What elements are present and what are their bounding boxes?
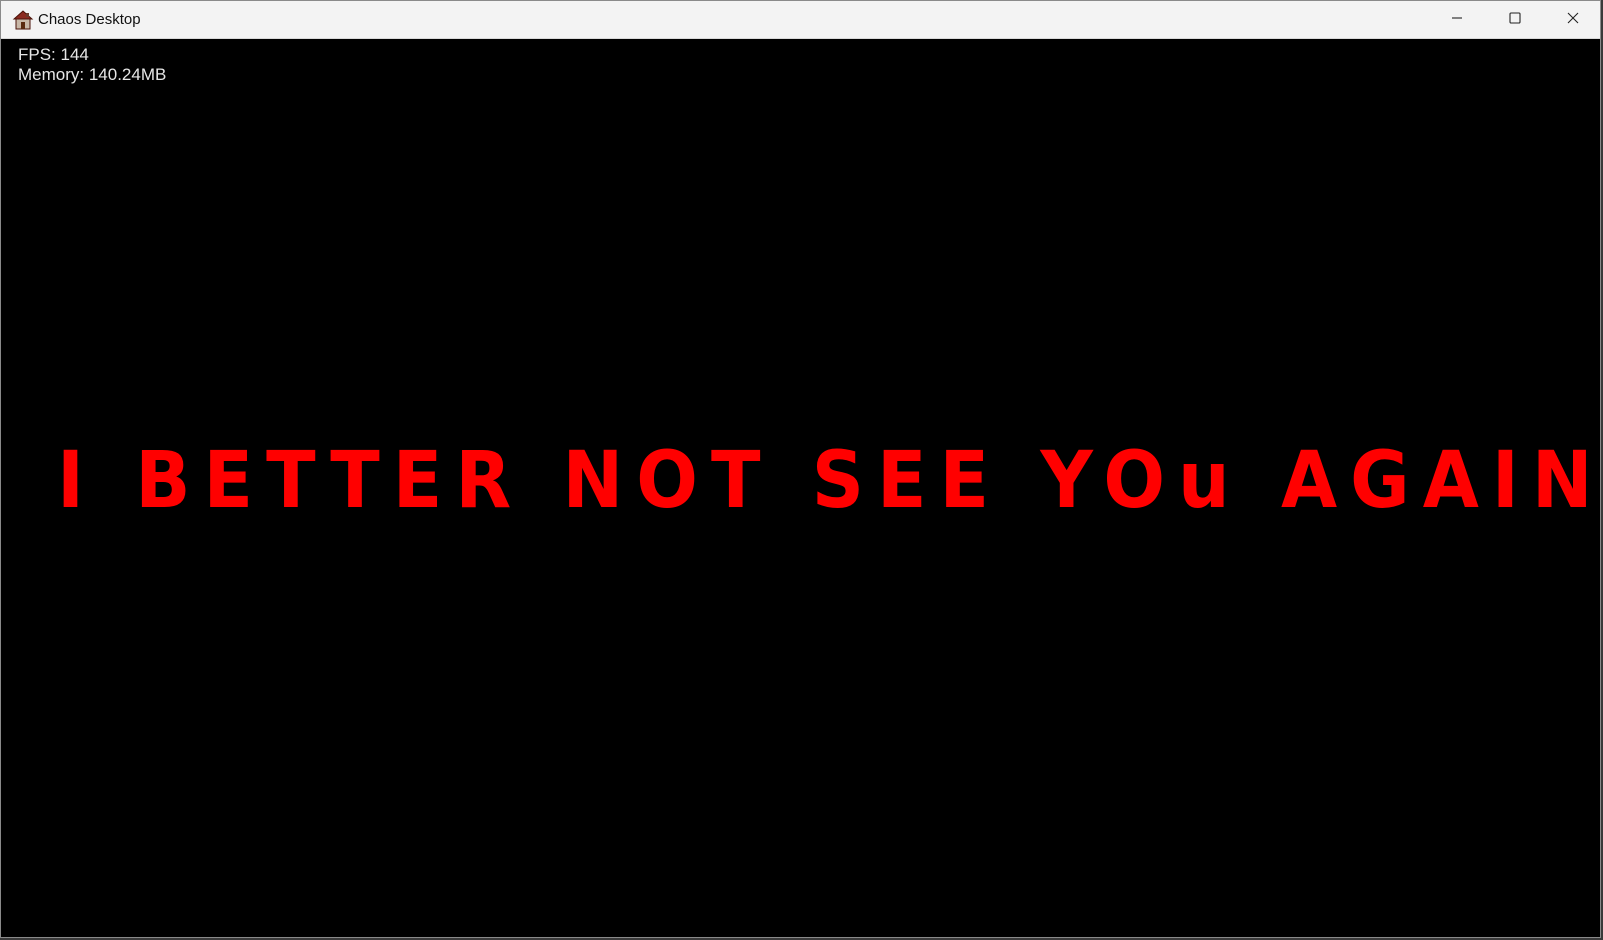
house-icon	[12, 9, 34, 31]
close-button[interactable]	[1544, 1, 1600, 38]
maximize-button[interactable]	[1486, 1, 1544, 38]
fps-counter: FPS: 144	[18, 45, 89, 64]
title-bar[interactable]: Chaos Desktop	[1, 1, 1600, 39]
game-canvas[interactable]: FPS: 144 Memory: 140.24MB I BETTER NOT S…	[1, 39, 1600, 937]
minimize-button[interactable]	[1428, 1, 1486, 38]
maximize-icon	[1509, 11, 1521, 29]
debug-overlay: FPS: 144 Memory: 140.24MB	[18, 45, 166, 85]
close-icon	[1567, 11, 1579, 29]
memory-usage: Memory: 140.24MB	[18, 65, 167, 84]
minimize-icon	[1451, 11, 1463, 29]
app-window: Chaos Desktop FPS: 144 Memory: 140.24MB	[0, 0, 1601, 938]
warning-message: I BETTER NOT SEE YOu AGAIN	[56, 436, 1601, 526]
window-title: Chaos Desktop	[38, 11, 141, 28]
